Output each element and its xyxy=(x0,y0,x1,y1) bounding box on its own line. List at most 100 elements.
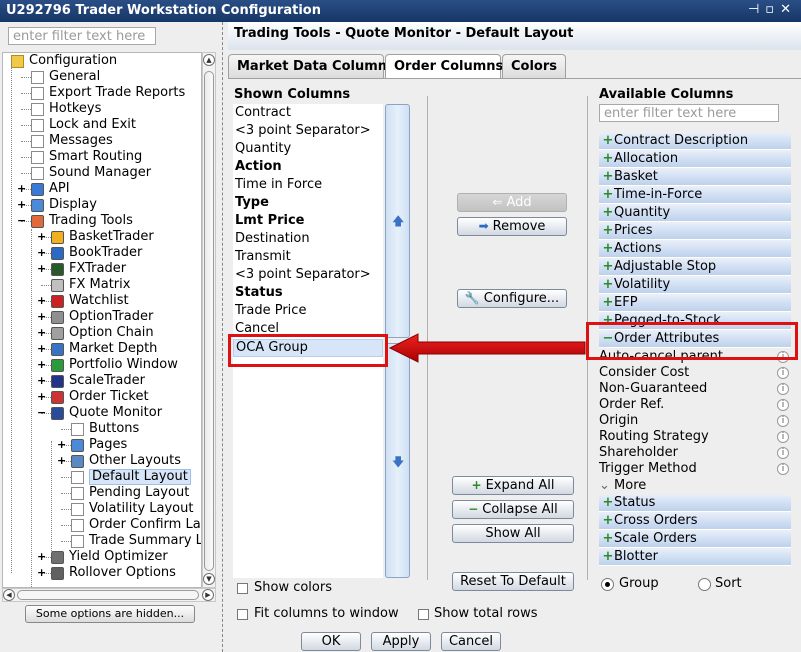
tree-node[interactable]: + Watchlist xyxy=(3,293,201,309)
shown-column-item[interactable]: Status xyxy=(235,284,283,302)
available-column-item[interactable]: Trigger Method i xyxy=(599,461,791,477)
column-group[interactable]: +Basket xyxy=(599,169,791,186)
tree-node[interactable]: + Market Depth xyxy=(3,341,201,357)
expand-icon[interactable]: + xyxy=(37,247,46,258)
tree-node[interactable]: FX Matrix xyxy=(3,277,201,293)
expand-icon[interactable]: + xyxy=(37,263,46,274)
column-group[interactable]: +Blotter xyxy=(599,549,791,566)
reset-default-button[interactable]: Reset To Default xyxy=(452,572,574,591)
collapse-icon[interactable]: − xyxy=(17,215,26,226)
show-total-rows-checkbox[interactable] xyxy=(418,609,429,620)
remove-button[interactable]: ➡ Remove xyxy=(457,217,567,236)
tree-node[interactable]: + BasketTrader xyxy=(3,229,201,245)
expand-icon[interactable]: + xyxy=(17,183,26,194)
tree-node[interactable]: + BookTrader xyxy=(3,245,201,261)
tree-node[interactable]: Sound Manager xyxy=(3,165,201,181)
expand-icon[interactable]: + xyxy=(37,551,46,562)
tree-node[interactable]: Trade Summary La xyxy=(3,533,201,549)
tree-node[interactable]: Configuration xyxy=(3,53,201,69)
shown-column-item[interactable]: Quantity xyxy=(235,140,291,158)
apply-button[interactable]: Apply xyxy=(371,632,431,651)
shown-column-item[interactable]: <3 point Separator> xyxy=(235,266,371,284)
close-icon[interactable]: ✕ xyxy=(780,2,797,17)
collapse-all-button[interactable]: − Collapse All xyxy=(452,500,574,519)
expand-icon[interactable]: + xyxy=(37,327,46,338)
tree-node[interactable]: Order Confirm Layo xyxy=(3,517,201,533)
shown-column-item[interactable]: Lmt Price xyxy=(235,212,305,230)
expand-icon[interactable]: + xyxy=(37,311,46,322)
available-column-item[interactable]: Routing Strategy i xyxy=(599,429,791,445)
hidden-options-button[interactable]: Some options are hidden... xyxy=(25,605,195,623)
tree-vertical-scrollbar[interactable]: ▲ ▼ xyxy=(202,52,216,588)
group-radio[interactable] xyxy=(601,578,614,591)
available-column-item[interactable]: Shareholder i xyxy=(599,445,791,461)
expand-icon[interactable]: + xyxy=(37,567,46,578)
tree-node[interactable]: Buttons xyxy=(3,421,201,437)
available-column-item[interactable]: Origin i xyxy=(599,413,791,429)
tree-node[interactable]: + Portfolio Window xyxy=(3,357,201,373)
tree-node[interactable]: − Trading Tools xyxy=(3,213,201,229)
expand-icon[interactable]: + xyxy=(57,439,66,450)
tab-market-data-columns[interactable]: Market Data Columns xyxy=(228,54,395,78)
column-group[interactable]: +Allocation xyxy=(599,151,791,168)
scroll-right-icon[interactable]: ▶ xyxy=(202,589,214,601)
scroll-left-icon[interactable]: ◀ xyxy=(3,589,15,601)
shown-column-item[interactable]: <3 point Separator> xyxy=(235,122,371,140)
expand-all-button[interactable]: + Expand All xyxy=(452,476,574,495)
info-icon[interactable]: i xyxy=(777,463,789,475)
tree-hscroll-thumb[interactable] xyxy=(17,590,199,600)
tree-scroll-thumb[interactable] xyxy=(204,71,214,571)
shown-column-item[interactable]: Time in Force xyxy=(235,176,322,194)
expand-icon[interactable]: + xyxy=(37,295,46,306)
info-icon[interactable]: i xyxy=(777,415,789,427)
available-column-item[interactable]: Order Ref. i xyxy=(599,397,791,413)
show-all-button[interactable]: Show All xyxy=(452,524,574,543)
tree-node[interactable]: + FXTrader xyxy=(3,261,201,277)
column-group[interactable]: +Quantity xyxy=(599,205,791,222)
move-up-bar[interactable]: 🡅 xyxy=(385,104,410,338)
column-group[interactable]: +Contract Description xyxy=(599,133,791,150)
tree-node[interactable]: + Yield Optimizer xyxy=(3,549,201,565)
column-group[interactable]: +Scale Orders xyxy=(599,531,791,548)
tree-node[interactable]: + Pages xyxy=(3,437,201,453)
tree-node[interactable]: General xyxy=(3,69,201,85)
available-filter-input[interactable] xyxy=(599,104,779,122)
tree-node[interactable]: Volatility Layout xyxy=(3,501,201,517)
tree-node[interactable]: + API xyxy=(3,181,201,197)
add-button[interactable]: ⇐ Add xyxy=(457,193,567,212)
scroll-down-icon[interactable]: ▼ xyxy=(203,573,215,585)
tab-colors[interactable]: Colors xyxy=(502,54,566,78)
info-icon[interactable]: i xyxy=(777,399,789,411)
tree-node[interactable]: + Order Ticket xyxy=(3,389,201,405)
column-group[interactable]: +Actions xyxy=(599,241,791,258)
info-icon[interactable]: i xyxy=(777,367,789,379)
column-group[interactable]: +Adjustable Stop xyxy=(599,259,791,276)
move-down-bar[interactable]: 🡇 xyxy=(385,343,410,578)
column-group[interactable]: +EFP xyxy=(599,295,791,312)
column-group[interactable]: +Prices xyxy=(599,223,791,240)
tree-node[interactable]: Hotkeys xyxy=(3,101,201,117)
expand-icon[interactable]: + xyxy=(17,199,26,210)
column-group[interactable]: +Time-in-Force xyxy=(599,187,791,204)
show-colors-checkbox[interactable] xyxy=(237,583,248,594)
more-toggle[interactable]: ⌄ More xyxy=(599,478,791,494)
info-icon[interactable]: i xyxy=(777,383,789,395)
tree-node[interactable]: Export Trade Reports xyxy=(3,85,201,101)
tree-node[interactable]: Messages xyxy=(3,133,201,149)
available-column-item[interactable]: Non-Guaranteed i xyxy=(599,381,791,397)
column-group[interactable]: +Volatility xyxy=(599,277,791,294)
tree-node[interactable]: + Display xyxy=(3,197,201,213)
ok-button[interactable]: OK xyxy=(301,632,361,651)
tree-node[interactable]: + Other Layouts xyxy=(3,453,201,469)
expand-icon[interactable]: + xyxy=(57,455,66,466)
configure-button[interactable]: 🔧 Configure... xyxy=(457,289,567,308)
column-group[interactable]: +Status xyxy=(599,495,791,512)
tree-node[interactable]: + OptionTrader xyxy=(3,309,201,325)
cancel-button[interactable]: Cancel xyxy=(441,632,501,651)
expand-icon[interactable]: + xyxy=(37,391,46,402)
tree-node[interactable]: Lock and Exit xyxy=(3,117,201,133)
tab-order-columns[interactable]: Order Columns xyxy=(385,54,503,78)
shown-column-item[interactable]: Action xyxy=(235,158,282,176)
available-column-item[interactable]: Consider Cost i xyxy=(599,365,791,381)
scroll-up-icon[interactable]: ▲ xyxy=(203,54,215,66)
